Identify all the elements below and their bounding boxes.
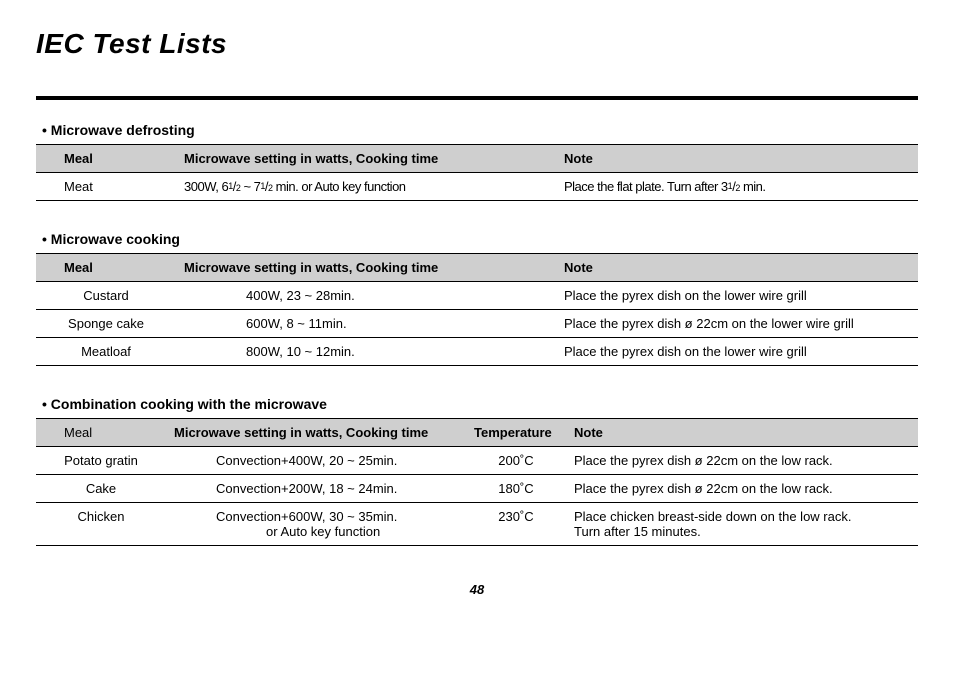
table-defrosting: Meal Microwave setting in watts, Cooking…	[36, 144, 918, 201]
table-row: Meat 300W, 61/2 ~ 71/2 min. or Auto key …	[36, 173, 918, 201]
section-cooking: • Microwave cooking Meal Microwave setti…	[36, 231, 918, 366]
cell-setting: Convection+400W, 20 ~ 25min.	[166, 447, 466, 475]
table-cooking: Meal Microwave setting in watts, Cooking…	[36, 253, 918, 366]
col-setting: Microwave setting in watts, Cooking time	[176, 145, 556, 173]
page-number: 48	[36, 582, 918, 597]
col-note: Note	[556, 254, 918, 282]
cell-note: Place the pyrex dish ø 22cm on the low r…	[566, 447, 918, 475]
page-title: IEC Test Lists	[36, 28, 918, 60]
col-temp: Temperature	[466, 419, 566, 447]
cell-meal: Custard	[36, 282, 176, 310]
cell-setting: 800W, 10 ~ 12min.	[176, 338, 556, 366]
col-note: Note	[566, 419, 918, 447]
cell-temp: 230˚C	[466, 503, 566, 546]
col-meal: Meal	[36, 419, 166, 447]
cell-meal: Chicken	[36, 503, 166, 546]
section-heading: • Combination cooking with the microwave	[42, 396, 918, 412]
col-setting: Microwave setting in watts, Cooking time	[176, 254, 556, 282]
cell-setting: 400W, 23 ~ 28min.	[176, 282, 556, 310]
cell-note: Place the pyrex dish ø 22cm on the low r…	[566, 475, 918, 503]
cell-setting: 600W, 8 ~ 11min.	[176, 310, 556, 338]
table-row: Custard 400W, 23 ~ 28min. Place the pyre…	[36, 282, 918, 310]
section-heading: • Microwave defrosting	[42, 122, 918, 138]
cell-meal: Sponge cake	[36, 310, 176, 338]
cell-meal: Cake	[36, 475, 166, 503]
table-combination: Meal Microwave setting in watts, Cooking…	[36, 418, 918, 546]
cell-note: Place chicken breast-side down on the lo…	[566, 503, 918, 546]
table-row: Cake Convection+200W, 18 ~ 24min. 180˚C …	[36, 475, 918, 503]
cell-temp: 200˚C	[466, 447, 566, 475]
table-row: Meatloaf 800W, 10 ~ 12min. Place the pyr…	[36, 338, 918, 366]
cell-note: Place the pyrex dish ø 22cm on the lower…	[556, 310, 918, 338]
cell-setting: Convection+600W, 30 ~ 35min. or Auto key…	[166, 503, 466, 546]
col-note: Note	[556, 145, 918, 173]
cell-setting: 300W, 61/2 ~ 71/2 min. or Auto key funct…	[176, 173, 556, 201]
table-row: Sponge cake 600W, 8 ~ 11min. Place the p…	[36, 310, 918, 338]
section-defrosting: • Microwave defrosting Meal Microwave se…	[36, 122, 918, 201]
cell-meal: Meat	[36, 173, 176, 201]
cell-setting: Convection+200W, 18 ~ 24min.	[166, 475, 466, 503]
table-row: Chicken Convection+600W, 30 ~ 35min. or …	[36, 503, 918, 546]
cell-note: Place the flat plate. Turn after 31/2 mi…	[556, 173, 918, 201]
cell-meal: Meatloaf	[36, 338, 176, 366]
cell-note: Place the pyrex dish on the lower wire g…	[556, 282, 918, 310]
section-heading: • Microwave cooking	[42, 231, 918, 247]
cell-meal: Potato gratin	[36, 447, 166, 475]
cell-temp: 180˚C	[466, 475, 566, 503]
col-meal: Meal	[36, 254, 176, 282]
cell-note: Place the pyrex dish on the lower wire g…	[556, 338, 918, 366]
col-meal: Meal	[36, 145, 176, 173]
divider	[36, 96, 918, 100]
table-row: Potato gratin Convection+400W, 20 ~ 25mi…	[36, 447, 918, 475]
section-combination: • Combination cooking with the microwave…	[36, 396, 918, 546]
col-setting: Microwave setting in watts, Cooking time	[166, 419, 466, 447]
